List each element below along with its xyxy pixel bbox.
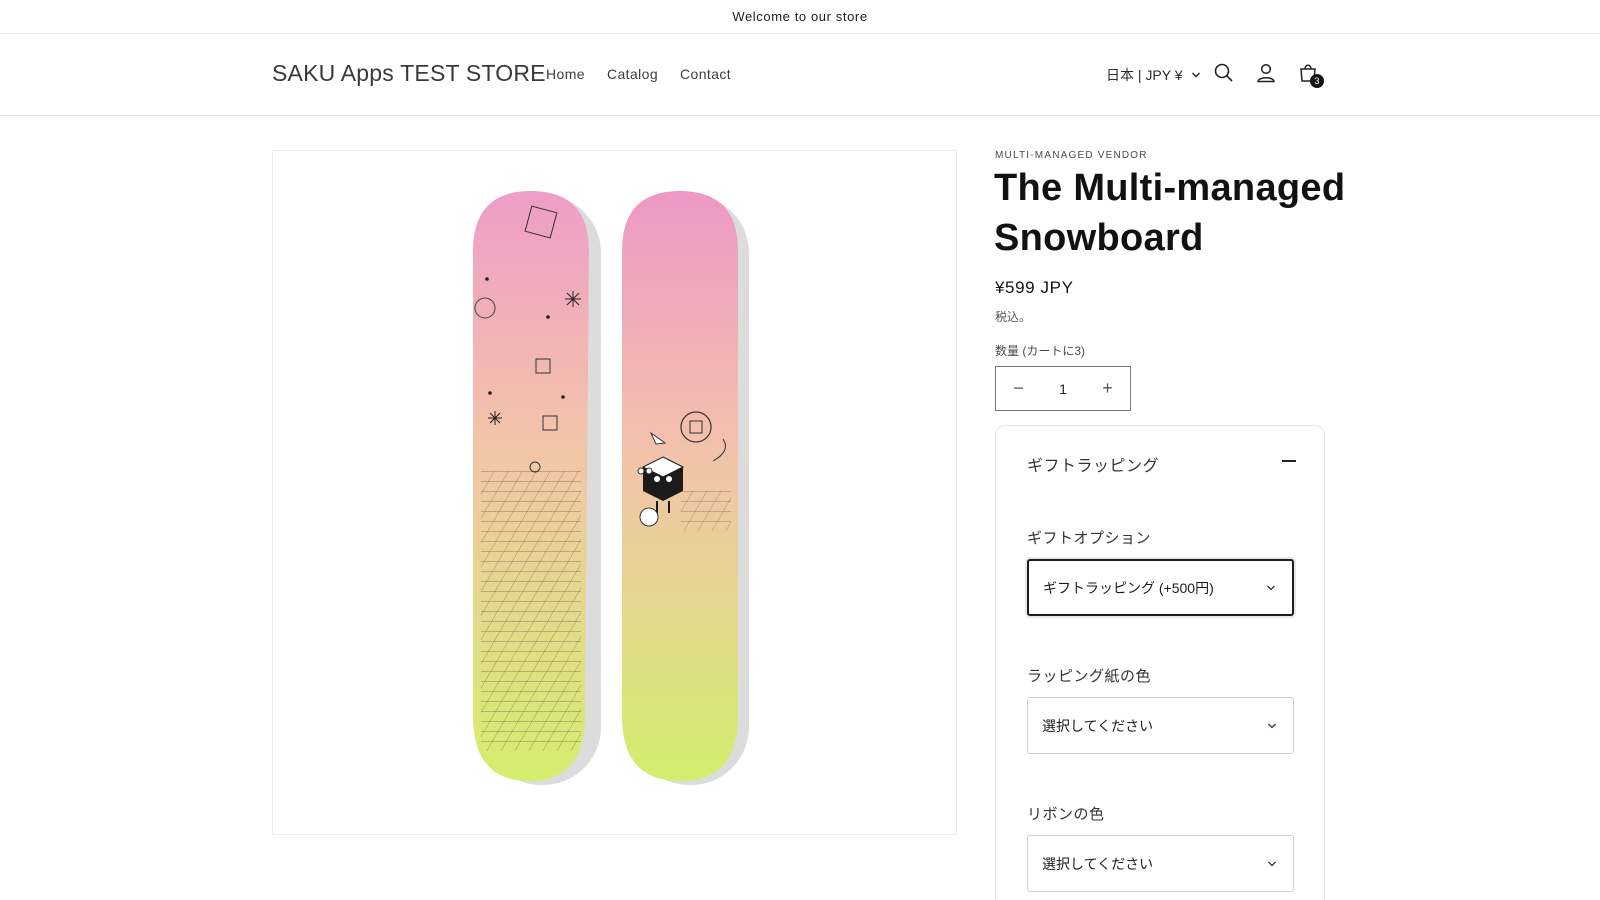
gift-option-label: ギフトオプション	[1027, 530, 1152, 547]
locale-selector[interactable]: 日本 | JPY ¥	[1106, 65, 1201, 85]
cart-count-badge: 3	[1310, 74, 1324, 88]
snowboard-image	[473, 191, 749, 785]
chevron-down-icon	[1267, 585, 1275, 590]
gift-wrapping-heading[interactable]: ギフトラッピング	[1027, 452, 1159, 476]
quantity-increment-button[interactable]: +	[1085, 367, 1130, 410]
account-icon[interactable]	[1253, 60, 1279, 86]
main-nav: Home Catalog Contact	[546, 66, 753, 82]
ribbon-color-select[interactable]: 選択してください	[1027, 835, 1294, 892]
chevron-down-icon	[1268, 861, 1276, 866]
paper-color-label: ラッピング紙の色	[1027, 668, 1152, 685]
store-logo[interactable]: SAKU Apps TEST STORE	[272, 60, 546, 87]
ribbon-color-value: 選択してください	[1042, 855, 1154, 872]
quantity-decrement-button[interactable]: −	[996, 367, 1041, 410]
nav-catalog[interactable]: Catalog	[607, 66, 658, 82]
product-image[interactable]	[272, 150, 957, 835]
search-icon[interactable]	[1211, 60, 1237, 86]
site-header: SAKU Apps TEST STORE Home Catalog Contac…	[0, 34, 1600, 116]
paper-color-select[interactable]: 選択してください	[1027, 697, 1294, 754]
product-price: ¥599 JPY	[995, 278, 1074, 297]
quantity-stepper: − 1 +	[995, 366, 1131, 411]
announcement-text: Welcome to our store	[732, 9, 868, 24]
quantity-label: 数量 (カートに3)	[995, 344, 1086, 358]
announcement-bar: Welcome to our store	[0, 0, 1600, 34]
tax-note: 税込。	[995, 310, 1032, 324]
nav-home[interactable]: Home	[546, 66, 585, 82]
gift-wrapping-panel: ギフトラッピング ギフトオプション ギフトラッピング (+500円) ラッピング…	[995, 425, 1325, 900]
quantity-input[interactable]: 1	[1041, 381, 1085, 397]
chevron-down-icon	[1191, 72, 1200, 78]
nav-contact[interactable]: Contact	[680, 66, 731, 82]
cart-icon[interactable]: 3	[1295, 60, 1324, 88]
chevron-down-icon	[1268, 723, 1276, 728]
product-vendor: MULTI-MANAGED VENDOR	[995, 150, 1148, 161]
collapse-icon[interactable]	[1282, 460, 1296, 462]
ribbon-color-label: リボンの色	[1027, 806, 1105, 823]
product-title: The Multi-managed Snowboard	[994, 167, 1346, 259]
locale-label: 日本 | JPY ¥	[1106, 67, 1183, 83]
paper-color-value: 選択してください	[1042, 717, 1154, 734]
gift-option-value: ギフトラッピング (+500円)	[1043, 579, 1214, 596]
gift-option-select[interactable]: ギフトラッピング (+500円)	[1027, 559, 1294, 616]
